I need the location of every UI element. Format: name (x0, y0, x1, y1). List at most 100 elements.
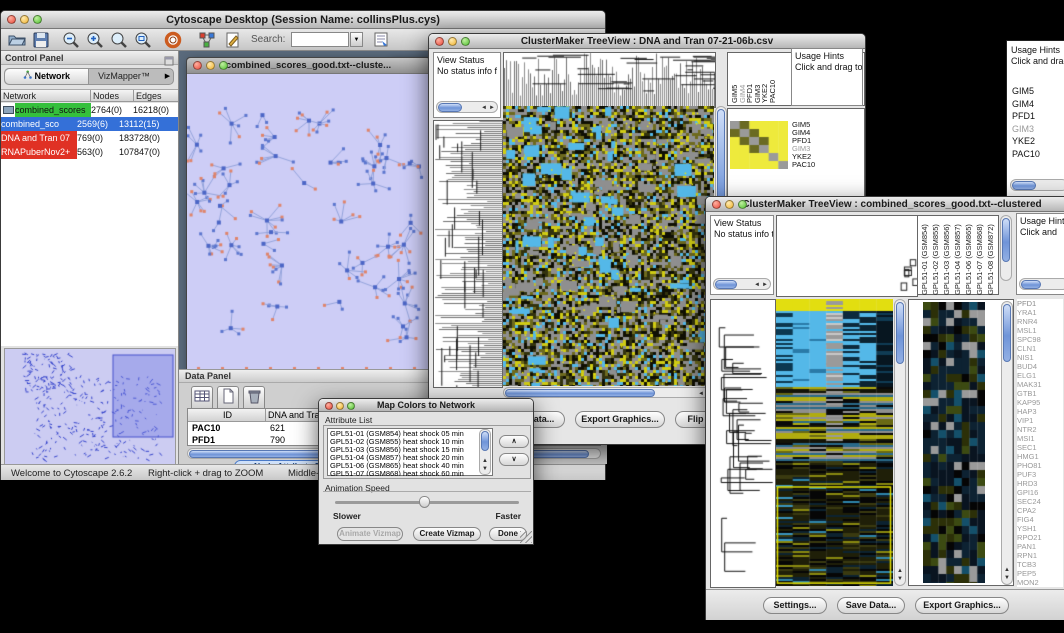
gene-dendrogram[interactable] (433, 120, 503, 388)
move-down-button[interactable]: ∨ (499, 453, 529, 466)
zoom-window-icon[interactable] (347, 402, 355, 410)
network-list-row[interactable]: DNA and Tran 07 769(0) 183728(0) (1, 131, 178, 145)
gene-label[interactable]: KAP95 (1017, 398, 1063, 407)
close-icon[interactable] (325, 402, 333, 410)
attribute-item[interactable]: GPL51-07 (GSM868) heat shock 60 min (330, 470, 478, 476)
gene-label[interactable]: YSH1 (1017, 524, 1063, 533)
network-list-row[interactable]: combined_scores 2764(0) 16218(0) (1, 103, 178, 117)
close-icon[interactable] (435, 37, 444, 46)
gene-label[interactable]: PUF3 (1017, 470, 1063, 479)
export-graphics-button[interactable]: Export Graphics... (915, 597, 1009, 614)
gene-label[interactable]: NTR2 (1017, 425, 1063, 434)
scroll-right-icon[interactable]: ► (489, 104, 495, 112)
gene-label[interactable]: PAC10 (1012, 148, 1064, 161)
gene-label[interactable]: BUD4 (1017, 362, 1063, 371)
gene-label[interactable]: TCB3 (1017, 560, 1063, 569)
array-label[interactable]: GPL51-08 (GSM872) (986, 217, 997, 295)
gene-label[interactable]: PAC10 (792, 161, 832, 169)
gene-label[interactable]: MON2 (1017, 578, 1063, 587)
scroll-right-icon[interactable]: ► (762, 281, 768, 289)
minimize-icon[interactable] (448, 37, 457, 46)
array-label[interactable]: GPL51-04 (GSM857) (953, 217, 964, 295)
minimize-icon[interactable] (336, 402, 344, 410)
settings-button[interactable]: Settings... (763, 597, 827, 614)
gene-label[interactable]: HMG1 (1017, 452, 1063, 461)
treeview-dna-titlebar[interactable]: ClusterMaker TreeView : DNA and Tran 07-… (429, 34, 865, 49)
array-label[interactable]: GIM5 (730, 55, 738, 103)
hints-scrollbar[interactable] (1019, 278, 1064, 290)
array-dendrogram[interactable] (776, 215, 918, 297)
status-scrollbar[interactable]: ◄ ► (713, 278, 771, 290)
global-heatmap[interactable] (503, 106, 714, 386)
scroll-down-icon[interactable]: ▼ (897, 575, 903, 583)
gene-label[interactable]: CLN1 (1017, 344, 1063, 353)
zoom-window-icon[interactable] (461, 37, 470, 46)
gene-label[interactable]: HAP3 (1017, 407, 1063, 416)
list-vscrollbar[interactable]: ▲ ▼ (479, 429, 491, 475)
scroll-left-icon[interactable]: ◄ (754, 281, 760, 289)
move-up-button[interactable]: ∧ (499, 435, 529, 448)
gene-label[interactable]: PFD1 (1012, 110, 1064, 123)
gene-label[interactable]: GPI16 (1017, 488, 1063, 497)
col-nodes[interactable]: Nodes (91, 90, 134, 101)
gene-label[interactable]: PFD1 (1017, 299, 1063, 308)
array-label[interactable]: GPL51-06 (GSM865) (964, 217, 975, 295)
gene-label[interactable]: FIG4 (1017, 515, 1063, 524)
gene-label[interactable]: CPA2 (1017, 506, 1063, 515)
gene-label[interactable]: ELG1 (1017, 371, 1063, 380)
gene-label[interactable]: PHO81 (1017, 461, 1063, 470)
gene-label[interactable]: PEP5 (1017, 569, 1063, 578)
minimize-icon[interactable] (206, 61, 215, 70)
heatmap-vscrollbar[interactable]: ▲ ▼ (894, 299, 906, 586)
birdseye-view[interactable] (4, 348, 176, 466)
export-graphics-button[interactable]: Export Graphics... (575, 411, 665, 428)
minimize-icon[interactable] (725, 200, 734, 209)
tab-vizmapper[interactable]: VizMapper™ (89, 69, 159, 84)
network-view-canvas[interactable] (187, 74, 430, 374)
array-label[interactable]: GIM3 (753, 55, 761, 103)
scroll-left-icon[interactable]: ◄ (698, 390, 704, 398)
treeview-combined-titlebar[interactable]: ClusterMaker TreeView : combined_scores_… (706, 197, 1064, 212)
main-heatmap[interactable] (776, 299, 893, 586)
data-col-id[interactable]: ID (188, 409, 266, 421)
scroll-down-icon[interactable]: ▼ (1004, 574, 1010, 582)
gene-label[interactable]: VIP1 (1017, 416, 1063, 425)
gene-label[interactable]: YRA1 (1017, 308, 1063, 317)
col-network[interactable]: Network (1, 90, 91, 101)
gene-label[interactable]: RNR4 (1017, 317, 1063, 326)
save-data-button[interactable]: Save Data... (837, 597, 905, 614)
scroll-up-icon[interactable]: ▲ (1004, 566, 1010, 574)
search-dropdown-icon[interactable]: ▼ (350, 32, 363, 47)
status-scrollbar[interactable]: ◄ ► (436, 101, 498, 113)
array-label[interactable]: GPL51-01 (GSM854) (920, 217, 931, 295)
resize-grip[interactable] (520, 531, 532, 543)
scroll-left-icon[interactable]: ◄ (481, 104, 487, 112)
gene-label[interactable]: GIM5 (1012, 85, 1064, 98)
gene-label[interactable]: GTB1 (1017, 389, 1063, 398)
create-vizmap-button[interactable]: Create Vizmap (413, 527, 481, 541)
gene-label[interactable]: YKE2 (1012, 135, 1064, 148)
dialog-titlebar[interactable]: Map Colors to Network (319, 399, 533, 412)
search-input[interactable] (291, 32, 349, 47)
array-label[interactable]: GPL51-07 (GSM868) (975, 217, 986, 295)
zoom-vscrollbar[interactable]: ▲ ▼ (1001, 301, 1013, 585)
gene-label[interactable]: SEC1 (1017, 443, 1063, 452)
zoom-heatmap[interactable] (730, 121, 788, 169)
scroll-down-icon[interactable]: ▼ (482, 465, 488, 473)
gene-label[interactable]: NIS1 (1017, 353, 1063, 362)
gene-label[interactable]: GIM3 (1012, 123, 1064, 136)
heatmap-hscrollbar[interactable]: ◄ ► (503, 387, 715, 398)
array-label[interactable]: PFD1 (745, 55, 753, 103)
gene-label[interactable]: RPO21 (1017, 533, 1063, 542)
minimize-icon[interactable] (20, 15, 29, 24)
array-label[interactable]: GPL51-02 (GSM855) (931, 217, 942, 295)
tab-overflow-icon[interactable]: ▶ (161, 69, 174, 84)
zoom-window-icon[interactable] (33, 15, 42, 24)
close-icon[interactable] (712, 200, 721, 209)
gene-label[interactable]: SEC24 (1017, 497, 1063, 506)
main-titlebar[interactable]: Cytoscape Desktop (Session Name: collins… (1, 11, 605, 29)
scroll-up-icon[interactable]: ▲ (482, 457, 488, 465)
col-edges[interactable]: Edges (134, 90, 178, 101)
gene-label[interactable]: SPC98 (1017, 335, 1063, 344)
close-icon[interactable] (193, 61, 202, 70)
